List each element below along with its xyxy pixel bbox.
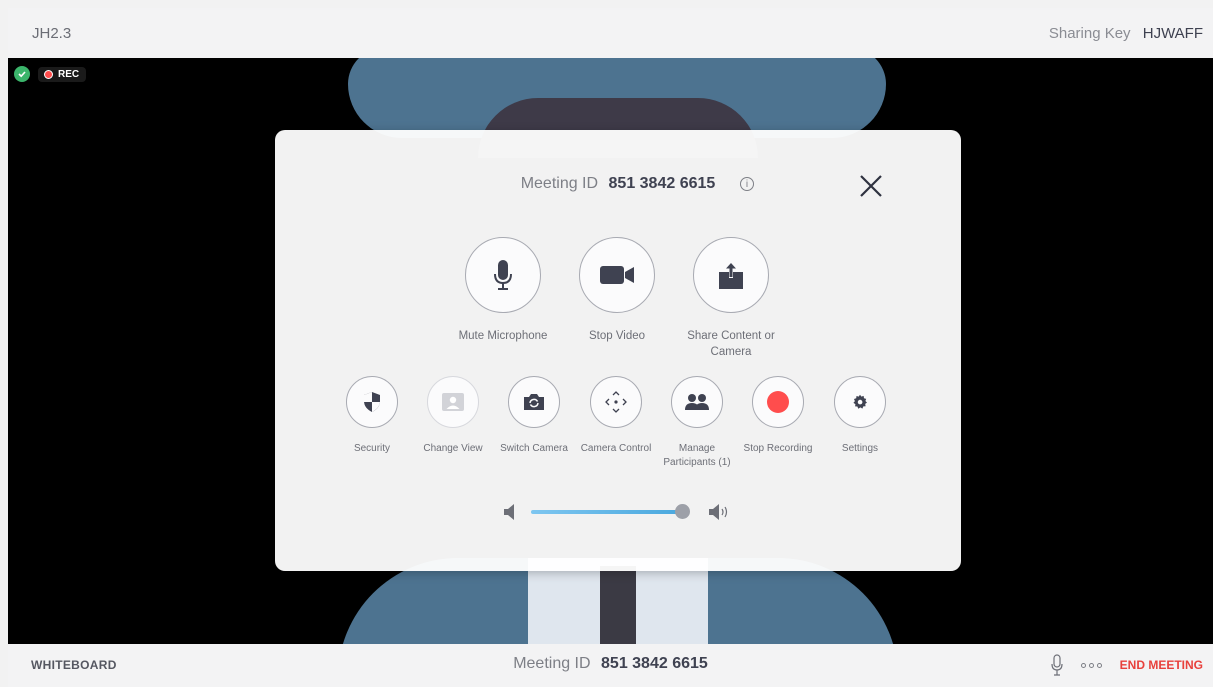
mute-microphone-label: Mute Microphone — [458, 330, 548, 342]
camera-control-label: Camera Control — [580, 443, 652, 454]
switch-camera-button[interactable] — [508, 376, 560, 428]
status-indicators: REC — [14, 66, 87, 82]
shield-check-icon — [14, 66, 30, 82]
rec-label: REC — [58, 68, 80, 80]
participants-icon — [685, 394, 709, 410]
stop-recording-label: Stop Recording — [743, 443, 813, 454]
meeting-controls-panel: Meeting ID 851 3842 6615 i Mute Micropho… — [275, 130, 961, 571]
change-view-icon — [442, 393, 464, 411]
more-dots-icon[interactable] — [1080, 662, 1102, 668]
speaker-low-icon — [504, 504, 514, 520]
volume-slider-track[interactable] — [531, 510, 683, 514]
info-icon[interactable]: i — [740, 177, 754, 191]
stop-video-label: Stop Video — [588, 330, 646, 342]
room-name: JH2.3 — [32, 24, 72, 42]
stop-video-button[interactable] — [579, 237, 655, 313]
recording-badge: REC — [38, 66, 87, 82]
meeting-id-value: 851 3842 6615 — [608, 175, 716, 192]
volume-control — [503, 500, 743, 524]
share-upload-icon — [719, 262, 743, 289]
meeting-id-label: Meeting ID — [520, 175, 599, 192]
volume-slider-knob[interactable] — [675, 504, 690, 519]
share-content-button[interactable] — [693, 237, 769, 313]
sharing-key-label: Sharing Key — [1048, 24, 1131, 42]
bottom-meeting-id-label: Meeting ID — [513, 655, 591, 672]
close-icon[interactable] — [855, 170, 887, 202]
share-content-label: Share Content or Camera — [687, 330, 775, 358]
record-dot-icon — [44, 69, 53, 79]
sharing-key-value: HJWAFF — [1142, 24, 1203, 42]
gear-icon — [853, 394, 867, 409]
change-view-label: Change View — [423, 443, 483, 454]
video-camera-icon — [600, 266, 634, 284]
settings-label: Settings — [841, 443, 879, 454]
camera-control-button[interactable] — [590, 376, 642, 428]
end-meeting-button[interactable]: END MEETING — [1120, 658, 1203, 672]
manage-participants-button[interactable] — [671, 376, 723, 428]
stop-recording-button[interactable] — [752, 376, 804, 428]
bottom-meeting-id: Meeting ID 851 3842 6615 — [8, 655, 1213, 673]
security-button[interactable] — [346, 376, 398, 428]
security-label: Security — [353, 443, 391, 454]
manage-participants-label: Manage Participants (1) — [663, 443, 731, 468]
microphone-icon — [494, 260, 512, 290]
switch-camera-icon — [524, 394, 544, 410]
mute-microphone-button[interactable] — [465, 237, 541, 313]
bottom-right-controls: END MEETING — [1051, 654, 1203, 676]
change-view-button[interactable] — [427, 376, 479, 428]
top-bar: JH2.3 Sharing Key HJWAFF — [8, 8, 1213, 58]
sharing-key: Sharing Key HJWAFF — [1049, 25, 1203, 42]
microphone-icon[interactable] — [1051, 654, 1063, 676]
switch-camera-label: Switch Camera — [500, 443, 568, 454]
bottom-bar: WHITEBOARD Meeting ID 851 3842 6615 END … — [8, 644, 1213, 687]
settings-button[interactable] — [834, 376, 886, 428]
speaker-high-icon — [709, 504, 728, 520]
camera-control-icon — [605, 391, 627, 413]
bottom-meeting-id-value: 851 3842 6615 — [601, 655, 708, 672]
record-icon — [767, 391, 789, 413]
avatar-tie — [600, 566, 636, 644]
shield-icon — [364, 392, 380, 412]
